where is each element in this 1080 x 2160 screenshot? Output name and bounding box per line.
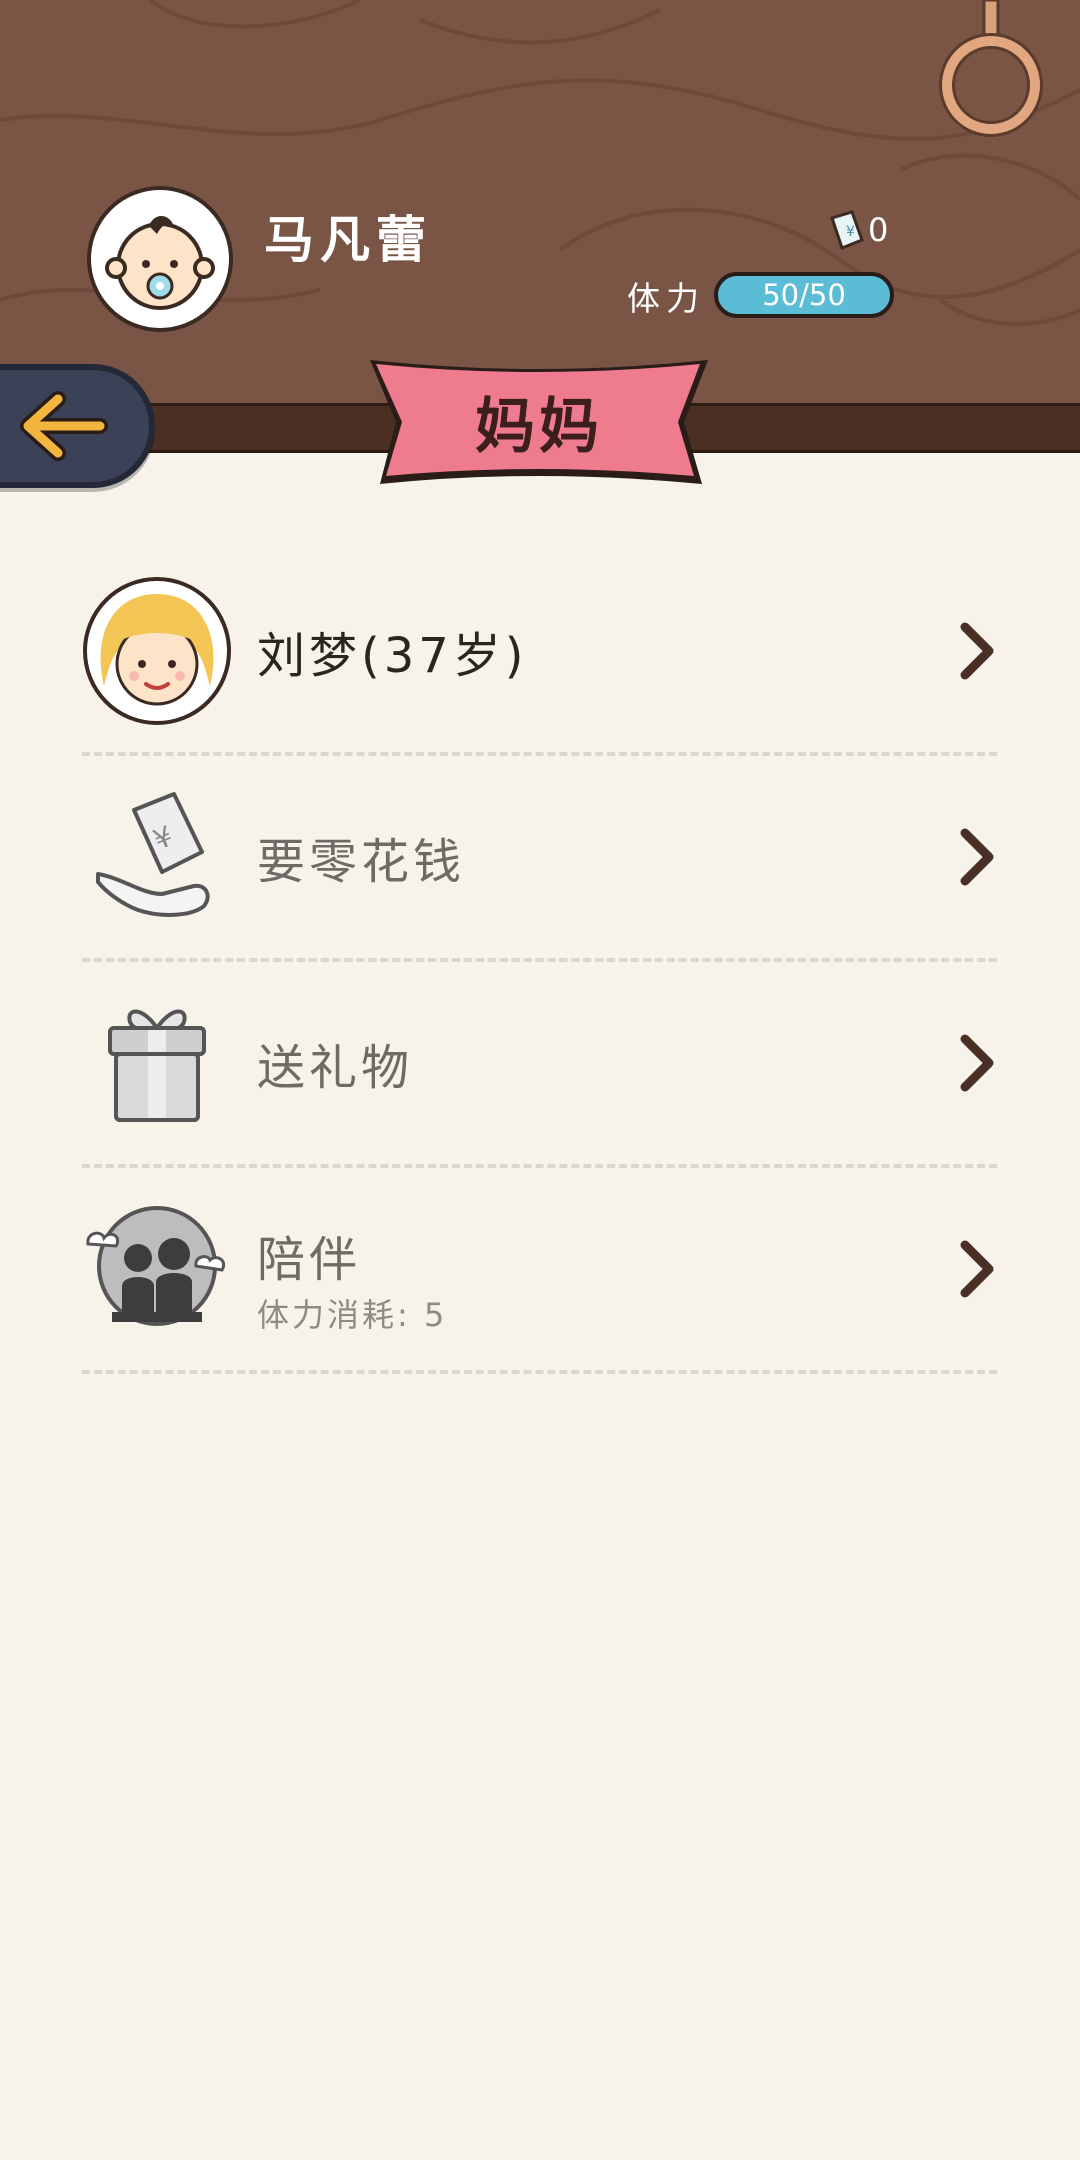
chevron-right-icon (960, 622, 994, 680)
list-item-companion[interactable]: 陪伴 体力消耗: 5 (82, 1168, 997, 1374)
player-avatar[interactable] (87, 186, 233, 332)
player-name: 马凡蕾 (264, 211, 432, 269)
action-list: 刘梦(37岁) ¥ 要零花钱 送礼物 陪伴 体力消耗: 5 (82, 550, 997, 1374)
chevron-right-icon (960, 1240, 994, 1298)
chevron-right-icon (960, 1034, 994, 1092)
stamina-bar: 50/50 (714, 272, 894, 318)
companion-cost: 体力消耗: 5 (257, 1296, 448, 1334)
ring-icon[interactable] (936, 0, 1046, 140)
list-item-ask-allowance[interactable]: ¥ 要零花钱 (82, 756, 997, 962)
money-hand-icon: ¥ (82, 782, 232, 932)
stamina-label: 体力 (627, 279, 705, 318)
svg-text:¥: ¥ (846, 224, 855, 240)
chevron-right-icon (960, 828, 994, 886)
mother-name-age: 刘梦(37岁) (257, 628, 528, 684)
list-item-send-gift[interactable]: 送礼物 (82, 962, 997, 1168)
send-gift-label: 送礼物 (257, 1040, 414, 1096)
list-item-mother-profile[interactable]: 刘梦(37岁) (82, 550, 997, 756)
money-value: 0 (868, 211, 889, 249)
ask-allowance-label: 要零花钱 (257, 834, 466, 890)
gift-icon (82, 988, 232, 1138)
money-display: ¥ 0 (826, 208, 888, 252)
page-title: 妈妈 (475, 392, 603, 462)
companion-icon (82, 1194, 232, 1344)
companion-label: 陪伴 (257, 1232, 362, 1288)
mother-avatar (82, 576, 232, 726)
arrow-left-icon (19, 391, 108, 461)
back-button[interactable] (0, 364, 155, 488)
money-note-icon: ¥ (830, 210, 864, 250)
baby-avatar (105, 215, 215, 310)
